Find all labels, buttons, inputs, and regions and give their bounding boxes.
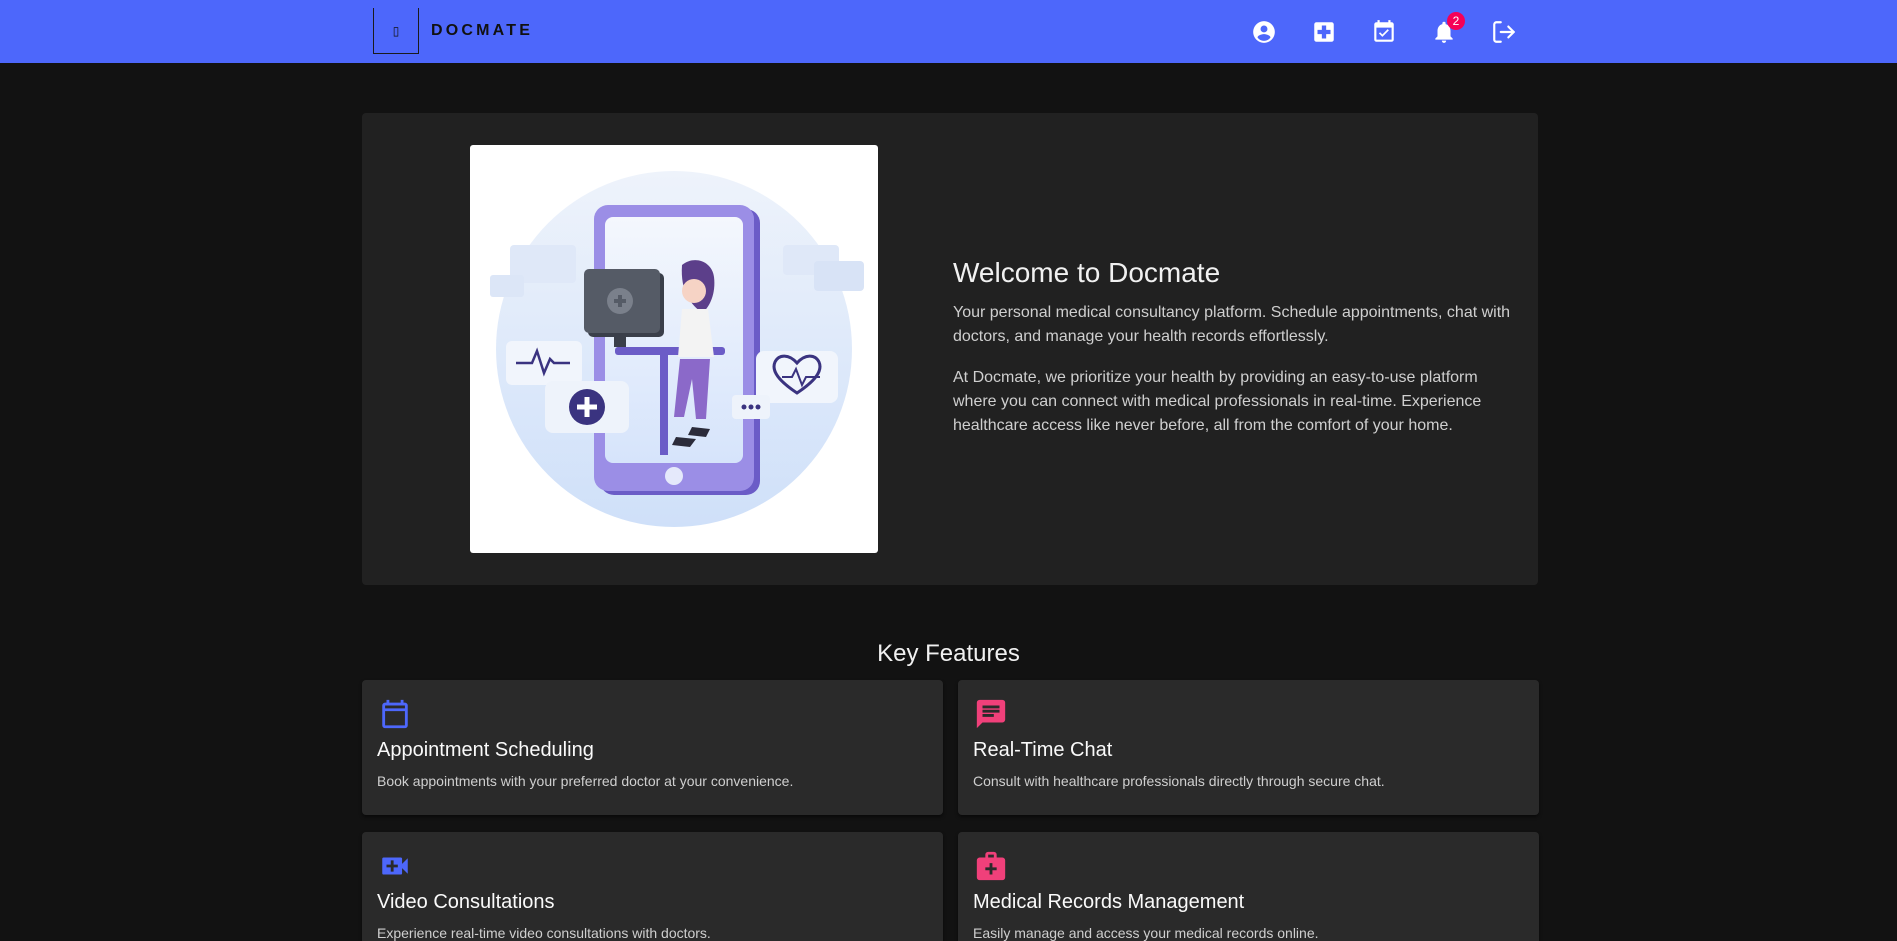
- notifications-button[interactable]: 2: [1427, 12, 1465, 49]
- feature-title: Video Consultations: [377, 891, 555, 913]
- feature-description: Book appointments with your preferred do…: [377, 773, 794, 789]
- logout-icon: [1493, 21, 1515, 43]
- welcome-card: Welcome to Docmate Your personal medical…: [362, 113, 1538, 585]
- account-circle-icon: [1253, 21, 1275, 43]
- video-call-icon: [378, 849, 412, 883]
- intro-paragraph: Your personal medical consultancy platfo…: [953, 304, 1511, 345]
- nav-actions: 2: [1247, 12, 1547, 49]
- welcome-text: Welcome to Docmate Your personal medical…: [953, 256, 1513, 455]
- features-heading: Key Features: [877, 640, 1020, 667]
- medical-button[interactable]: [1307, 15, 1341, 49]
- page-title: Welcome to Docmate: [953, 257, 1221, 288]
- brand-name: DOCMATE: [431, 22, 534, 39]
- feature-card-chat[interactable]: Real-Time Chat Consult with healthcare p…: [958, 680, 1539, 815]
- appointments-button[interactable]: [1367, 15, 1401, 49]
- calendar-icon: [378, 697, 412, 731]
- hero-illustration: [470, 145, 878, 553]
- chat-icon: [974, 697, 1008, 731]
- calendar-check-icon: [1374, 20, 1394, 42]
- feature-title: Appointment Scheduling: [377, 739, 594, 761]
- profile-button[interactable]: [1247, 15, 1281, 49]
- feature-description: Consult with healthcare professionals di…: [973, 773, 1385, 789]
- feature-card-records[interactable]: Medical Records Management Easily manage…: [958, 832, 1539, 941]
- logout-button[interactable]: [1487, 15, 1521, 49]
- logo-icon: ▯: [373, 8, 419, 54]
- feature-description: Easily manage and access your medical re…: [973, 925, 1319, 941]
- medical-plus-icon: [1314, 22, 1334, 42]
- doctor-phone-illustration: [490, 171, 864, 527]
- feature-title: Medical Records Management: [973, 891, 1245, 913]
- notification-badge: 2: [1447, 12, 1465, 30]
- feature-description: Experience real-time video consultations…: [377, 925, 711, 941]
- brand[interactable]: ▯ DOCMATE: [373, 8, 533, 54]
- feature-card-video[interactable]: Video Consultations Experience real-time…: [362, 832, 943, 941]
- feature-title: Real-Time Chat: [973, 739, 1113, 761]
- top-app-bar: ▯ DOCMATE 2: [0, 0, 1897, 63]
- medical-bag-icon: [974, 849, 1008, 883]
- mission-paragraph: At Docmate, we prioritize your health by…: [953, 369, 1482, 434]
- feature-card-appointments[interactable]: Appointment Scheduling Book appointments…: [362, 680, 943, 815]
